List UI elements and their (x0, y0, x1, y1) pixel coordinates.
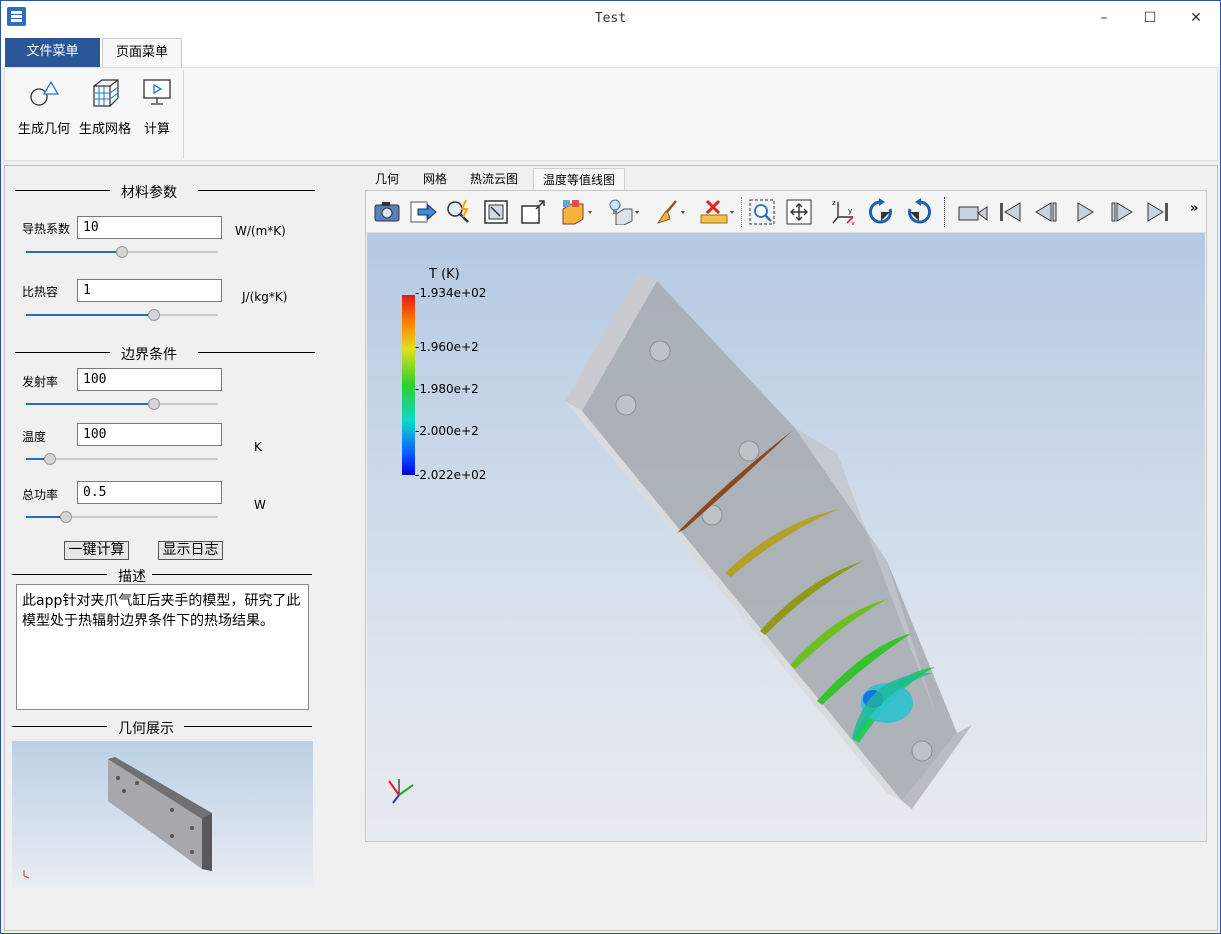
tab-file-menu[interactable]: 文件菜单 (5, 38, 100, 67)
conductivity-label: 导热系数 (22, 222, 71, 236)
boundary-header: 边界条件 (121, 347, 177, 363)
window-title: Test (594, 11, 627, 26)
generate-geometry-label: 生成几何 (17, 122, 70, 137)
temperature-label: 温度 (22, 430, 47, 444)
pan-icon[interactable] (784, 197, 814, 225)
title-bar: Test – ☐ ✕ (1, 1, 1220, 37)
conductivity-input[interactable] (77, 216, 222, 239)
description-text[interactable]: 此app针对夹爪气缸后夹手的模型，研究了此模型处于热辐射边界条件下的热场结果。 (16, 584, 309, 710)
menu-tabs: 文件菜单 页面菜单 (1, 37, 1220, 67)
emissivity-slider[interactable] (26, 397, 218, 411)
heat-capacity-unit: J/(kg*K) (242, 290, 288, 304)
video-camera-icon[interactable] (956, 197, 990, 225)
generate-mesh-button[interactable]: 生成网格 (77, 76, 133, 137)
emissivity-label: 发射率 (22, 375, 59, 389)
rotate-cw-icon[interactable] (866, 197, 896, 225)
description-section-header: 描述 (12, 565, 312, 585)
play-icon[interactable] (1069, 197, 1099, 225)
viewer-panel: z yx » T (K) -1.934e+02 -1.960e+2 -1.980e… (365, 190, 1207, 842)
toolbar-separator (741, 197, 742, 227)
conductivity-unit: W/(m*K) (235, 224, 286, 238)
heat-capacity-slider[interactable] (26, 308, 218, 322)
power-unit: W (254, 498, 266, 512)
probe-search-icon[interactable] (444, 197, 474, 225)
geometry-icon (30, 80, 60, 106)
zoom-region-icon[interactable] (747, 197, 777, 225)
show-log-button[interactable]: 显示日志 (158, 541, 223, 560)
prev-frame-icon[interactable] (1031, 197, 1061, 225)
next-frame-icon[interactable] (1107, 197, 1137, 225)
light-bulb-icon[interactable] (606, 197, 642, 225)
compute-button[interactable]: 计算 (139, 76, 175, 137)
ribbon-separator (183, 70, 184, 158)
zoom-box-icon[interactable] (518, 197, 548, 225)
one-click-compute-button[interactable]: 一键计算 (64, 541, 129, 560)
toolbar-separator (944, 197, 945, 227)
power-input[interactable] (77, 481, 222, 504)
slider-thumb[interactable] (148, 309, 161, 321)
tab-geometry[interactable]: 几何 (365, 168, 409, 190)
export-icon[interactable] (408, 197, 438, 225)
power-slider[interactable] (26, 510, 218, 524)
slider-thumb[interactable] (44, 453, 56, 465)
emissivity-input[interactable] (77, 368, 222, 391)
main-frame: 材料参数 导热系数 W/(m*K) 比热容 J/(kg*K) 边界条件 发射率 … (4, 165, 1218, 931)
app-window: Test – ☐ ✕ 文件菜单 页面菜单 生成几何 生成网格 计算 材料参数 导… (0, 0, 1221, 934)
temperature-slider[interactable] (26, 452, 218, 466)
description-header: 描述 (118, 569, 146, 585)
rotate-ccw-icon[interactable] (904, 197, 934, 225)
close-button[interactable]: ✕ (1173, 1, 1219, 35)
3d-view[interactable]: T (K) -1.934e+02 -1.960e+2 -1.980e+2 -2.… (367, 233, 1205, 841)
mesh-icon (93, 79, 119, 107)
generate-mesh-label: 生成网格 (78, 122, 131, 137)
heat-capacity-input[interactable] (77, 279, 222, 302)
broom-icon[interactable] (652, 197, 688, 225)
maximize-button[interactable]: ☐ (1127, 1, 1173, 35)
boundary-section-header: 边界条件 (15, 343, 315, 363)
last-frame-icon[interactable] (1144, 197, 1174, 225)
generate-geometry-button[interactable]: 生成几何 (13, 76, 75, 137)
tab-page-menu[interactable]: 页面菜单 (102, 38, 182, 67)
svg-text:x: x (851, 220, 855, 225)
display-mode-icon[interactable] (559, 197, 595, 225)
camera-icon[interactable] (372, 197, 402, 225)
material-section-header: 材料参数 (15, 181, 315, 201)
temperature-input[interactable] (77, 423, 222, 446)
slider-thumb[interactable] (60, 511, 73, 523)
first-frame-icon[interactable] (994, 197, 1024, 225)
conductivity-slider[interactable] (26, 245, 218, 259)
monitor-play-icon (143, 79, 171, 105)
axes-orientation-icon[interactable]: z yx (829, 197, 859, 225)
temperature-unit: K (254, 440, 262, 454)
tab-temperature-contour[interactable]: 温度等值线图 (533, 168, 625, 190)
slider-thumb[interactable] (148, 398, 161, 410)
geometry-preview (12, 741, 313, 888)
delete-ruler-icon[interactable] (699, 197, 735, 225)
tab-heat-flux[interactable]: 热流云图 (463, 168, 525, 190)
geometry-display-header: 几何展示 (118, 721, 174, 737)
svg-text:z: z (832, 199, 836, 207)
svg-text:y: y (848, 207, 852, 215)
power-label: 总功率 (22, 488, 59, 502)
material-header: 材料参数 (121, 185, 177, 201)
temperature-contour-model (388, 273, 972, 809)
toolbar-overflow-button[interactable]: » (1190, 201, 1198, 216)
geometry-display-section-header: 几何展示 (12, 717, 312, 737)
ribbon: 生成几何 生成网格 计算 (4, 67, 1218, 161)
viewer-toolbar: z yx » (366, 191, 1206, 233)
slider-thumb[interactable] (116, 246, 128, 258)
fit-view-icon[interactable] (481, 197, 511, 225)
heat-capacity-label: 比热容 (22, 285, 59, 299)
minimize-button[interactable]: – (1081, 1, 1127, 35)
compute-label: 计算 (143, 122, 170, 137)
tab-mesh[interactable]: 网格 (413, 168, 457, 190)
geometry-preview-model (23, 757, 212, 879)
